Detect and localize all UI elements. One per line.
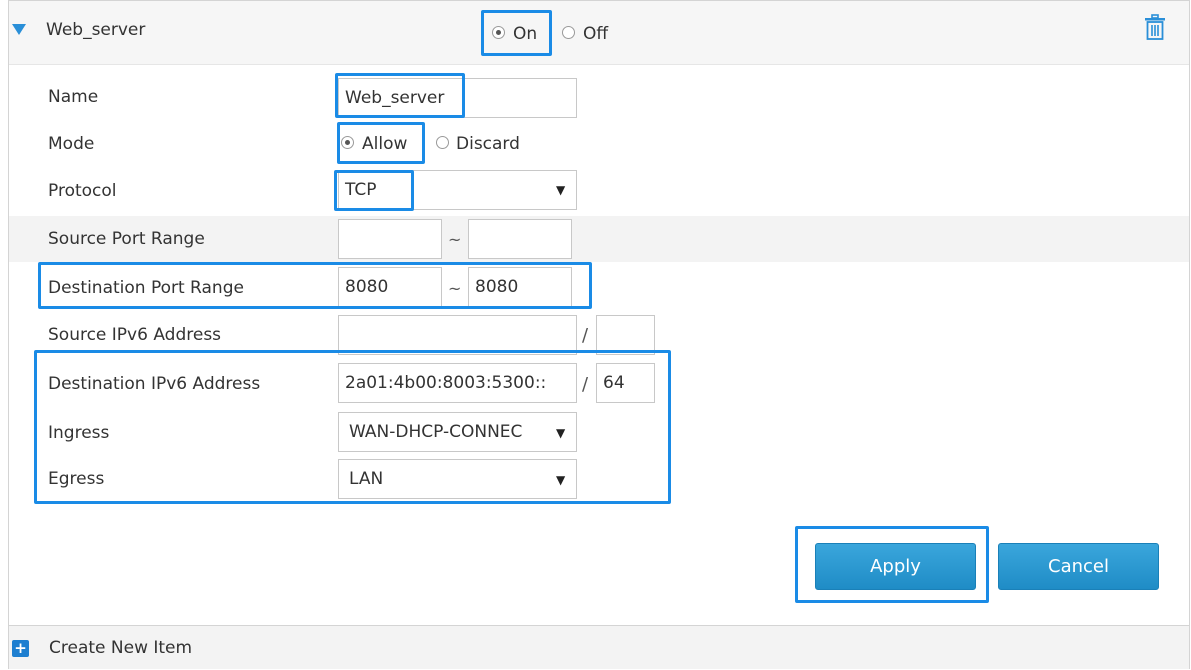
apply-highlight: [795, 526, 989, 603]
off-label[interactable]: Off: [583, 24, 608, 44]
name-label: Name: [48, 87, 99, 107]
protocol-label: Protocol: [48, 181, 117, 201]
mode-discard-label[interactable]: Discard: [456, 134, 520, 154]
trash-icon[interactable]: [1143, 14, 1167, 42]
source-port-label: Source Port Range: [48, 229, 205, 249]
mode-discard-radio[interactable]: [436, 136, 449, 149]
mode-label: Mode: [48, 134, 95, 154]
source-ipv6-input[interactable]: [338, 315, 577, 355]
allow-highlight: [337, 122, 425, 164]
create-new-item-link[interactable]: Create New Item: [49, 638, 192, 658]
source-ipv6-prefix-input[interactable]: [596, 315, 655, 355]
on-highlight: [481, 10, 552, 56]
ipv6-group-highlight: [34, 350, 671, 504]
source-port-to-input[interactable]: [468, 219, 572, 259]
source-port-tilde: ~: [448, 230, 462, 249]
protocol-dropdown-arrow-icon[interactable]: ▼: [556, 183, 565, 197]
protocol-highlight: [334, 170, 414, 211]
rule-title: Web_server: [46, 20, 146, 40]
plus-icon[interactable]: +: [12, 640, 29, 657]
name-highlight: [335, 73, 465, 118]
destination-port-highlight: [38, 262, 592, 309]
collapse-triangle-icon[interactable]: [12, 24, 26, 35]
source-ipv6-label: Source IPv6 Address: [48, 325, 222, 345]
source-ipv6-slash: /: [582, 325, 589, 346]
source-port-from-input[interactable]: [338, 219, 442, 259]
cancel-button[interactable]: Cancel: [998, 543, 1159, 590]
off-radio[interactable]: [562, 26, 575, 39]
